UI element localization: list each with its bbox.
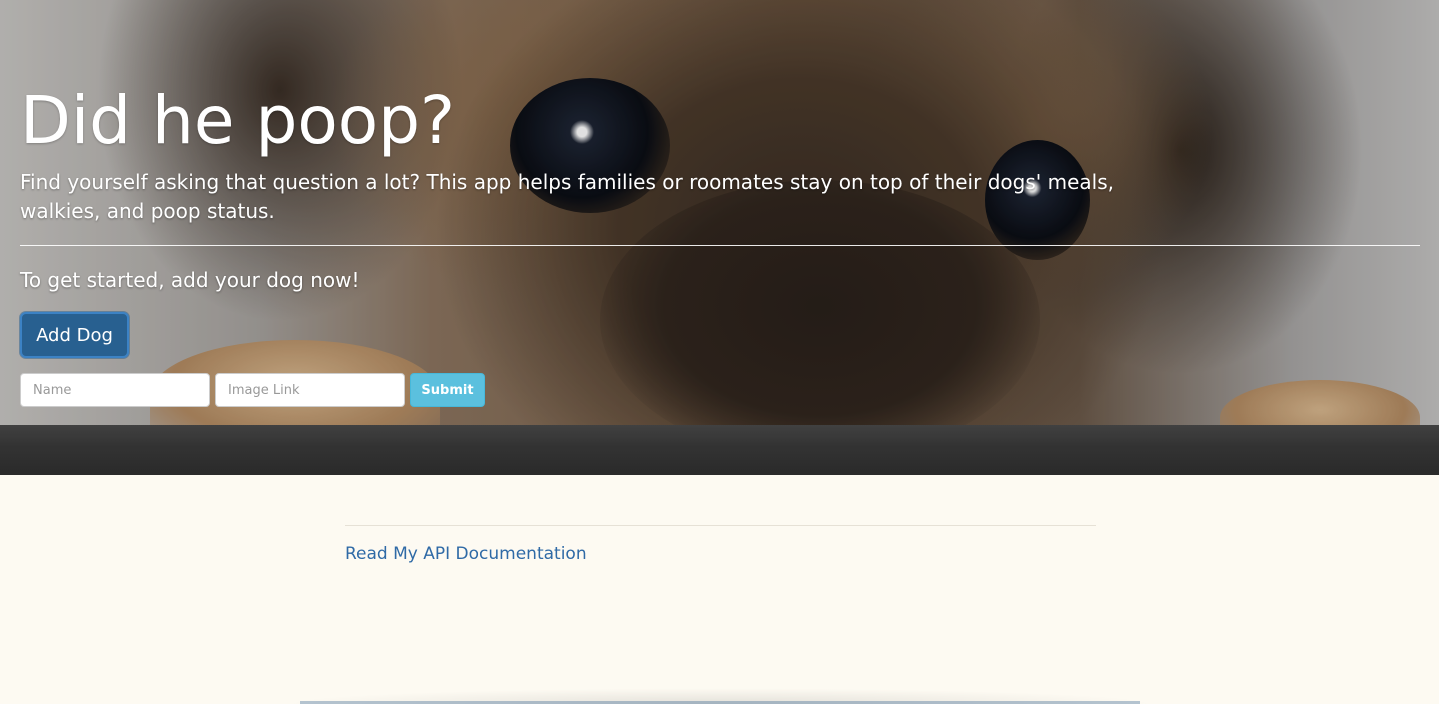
- hero-divider: [20, 245, 1420, 246]
- hero-cta-text: To get started, add your dog now!: [20, 268, 360, 292]
- content-divider: [345, 525, 1096, 526]
- page-title: Did he poop?: [20, 82, 456, 159]
- dog-image-link-input[interactable]: [215, 373, 405, 407]
- dog-name-input[interactable]: [20, 373, 210, 407]
- main-content: Read My API Documentation: [345, 525, 1096, 564]
- hero-banner: Did he poop? Find yourself asking that q…: [0, 0, 1439, 475]
- add-dog-button[interactable]: Add Dog: [20, 312, 129, 358]
- hero-description: Find yourself asking that question a lot…: [20, 170, 1114, 223]
- submit-button[interactable]: Submit: [410, 373, 485, 407]
- api-documentation-link[interactable]: Read My API Documentation: [345, 543, 587, 565]
